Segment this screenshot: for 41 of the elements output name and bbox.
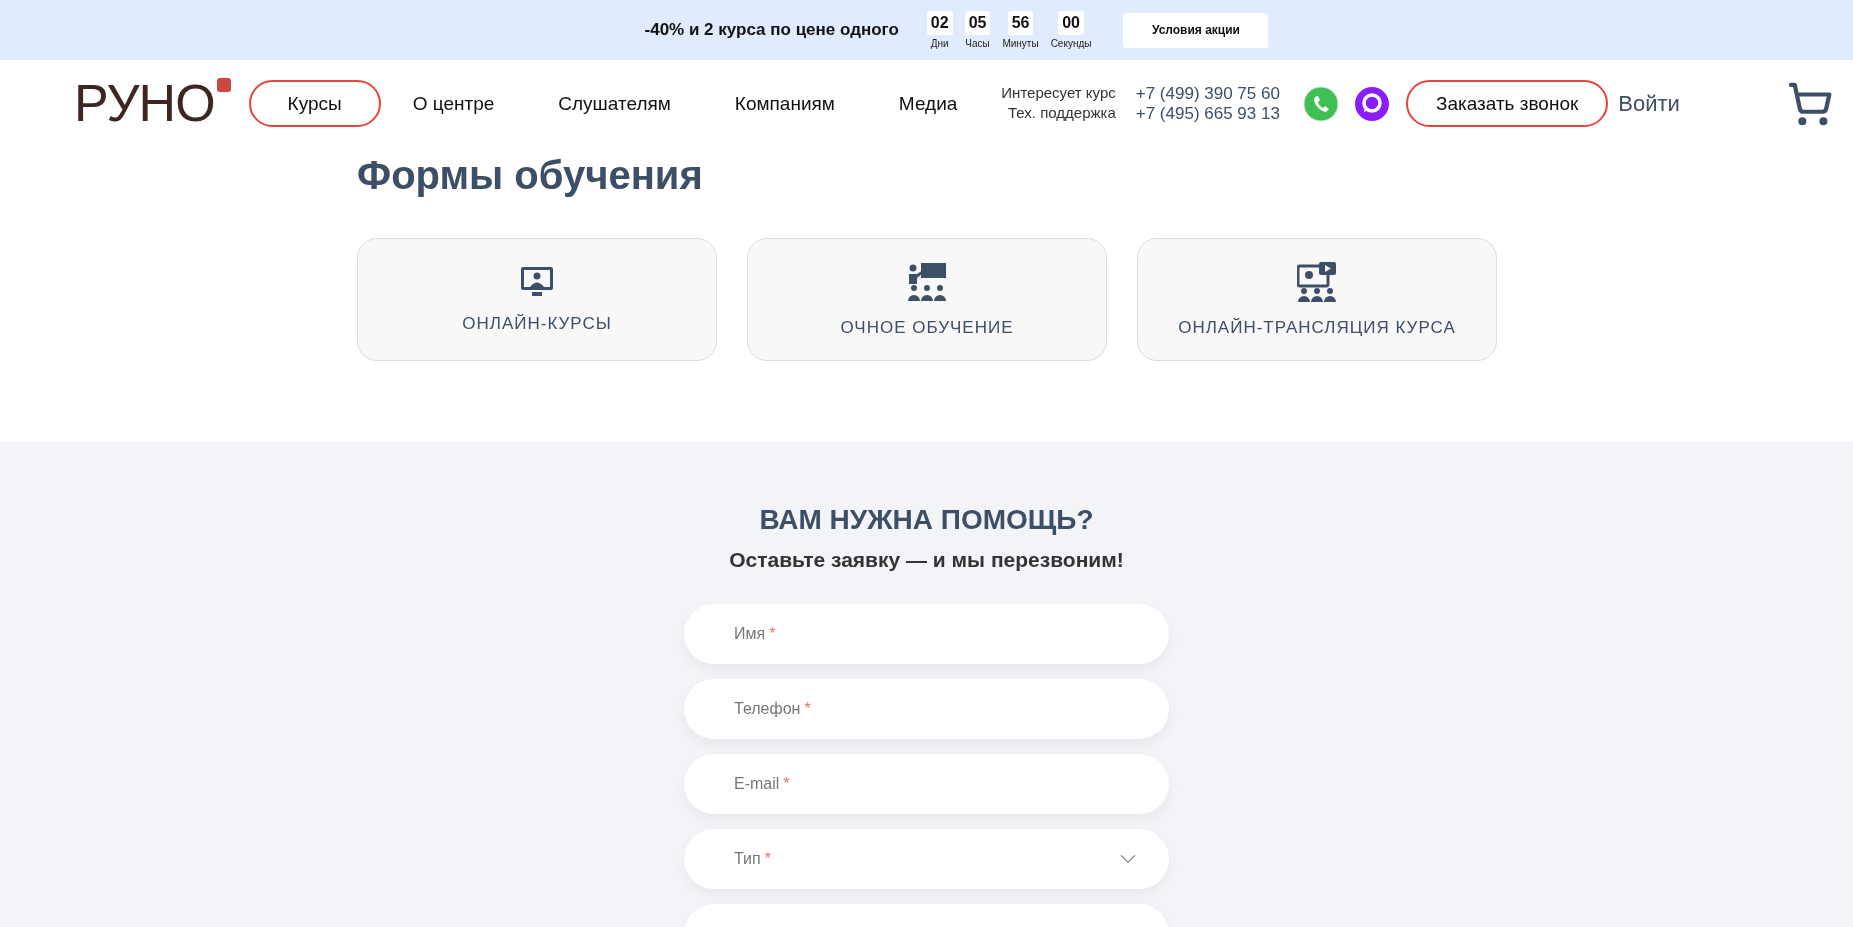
select-field[interactable]: Тип * [684, 829, 1169, 889]
logo[interactable]: РУНО [74, 72, 231, 135]
login-link[interactable]: Войти [1618, 90, 1680, 117]
nav-link[interactable]: Медиа [880, 80, 976, 127]
contact-label: Тех. поддержка [1007, 103, 1116, 123]
chat-ring-icon[interactable] [1353, 85, 1390, 122]
card-label: ОНЛАЙН-ТРАНСЛЯЦИЯ КУРСА [1178, 317, 1456, 338]
cart-icon[interactable] [1787, 80, 1833, 127]
learning-form-card[interactable]: ОЧНОЕ ОБУЧЕНИЕ [747, 238, 1107, 361]
nav-link[interactable]: Курсы [248, 80, 381, 127]
monitor-person-icon [520, 265, 554, 298]
countdown-label: Дни [930, 38, 949, 49]
card-label: ОНЛАЙН-КУРСЫ [462, 313, 612, 334]
countdown-value: 56 [1007, 11, 1034, 35]
video-lesson-icon [1297, 261, 1337, 302]
input-field[interactable]: Имя * [684, 604, 1169, 664]
countdown-label: Секунды [1050, 38, 1092, 49]
nav-link[interactable]: Компаниям [716, 80, 853, 127]
help-subtitle: Оставьте заявку — и мы перезвоним! [729, 548, 1124, 572]
chat-bubble-icon[interactable] [1301, 84, 1340, 123]
input-field[interactable]: Телефон * [684, 679, 1169, 739]
nav-link[interactable]: Слушателям [540, 80, 689, 127]
nav-link[interactable]: О центре [394, 80, 513, 127]
countdown-value: 00 [1058, 11, 1084, 35]
countdown-label: Часы [965, 38, 990, 49]
card-label: ОЧНОЕ ОБУЧЕНИЕ [840, 317, 1014, 338]
countdown-value: 02 [926, 11, 953, 35]
countdown-value: 05 [964, 11, 991, 35]
help-title: ВАМ НУЖНА ПОМОЩЬ? [759, 504, 1094, 536]
learning-form-card[interactable]: ОНЛАЙН-КУРСЫ [357, 238, 717, 361]
section-title: Формы обучения [357, 153, 704, 198]
countdown-label: Минуты [1002, 38, 1039, 49]
promo-text: -40% и 2 курса по цене одного [644, 20, 899, 40]
teacher-audience-icon [907, 261, 947, 302]
promo-terms-button[interactable]: Условия акции [1123, 12, 1269, 48]
order-call-button[interactable]: Заказать звонок [1405, 80, 1609, 127]
phone-link[interactable]: +7 (499) 390 75 60 [1135, 83, 1280, 104]
contact-label: Интересует курс [1001, 83, 1116, 103]
learning-form-card[interactable]: ОНЛАЙН-ТРАНСЛЯЦИЯ КУРСА [1137, 238, 1497, 361]
phone-link[interactable]: +7 (495) 665 93 13 [1135, 103, 1280, 124]
input-field[interactable]: E-mail * [684, 754, 1169, 814]
